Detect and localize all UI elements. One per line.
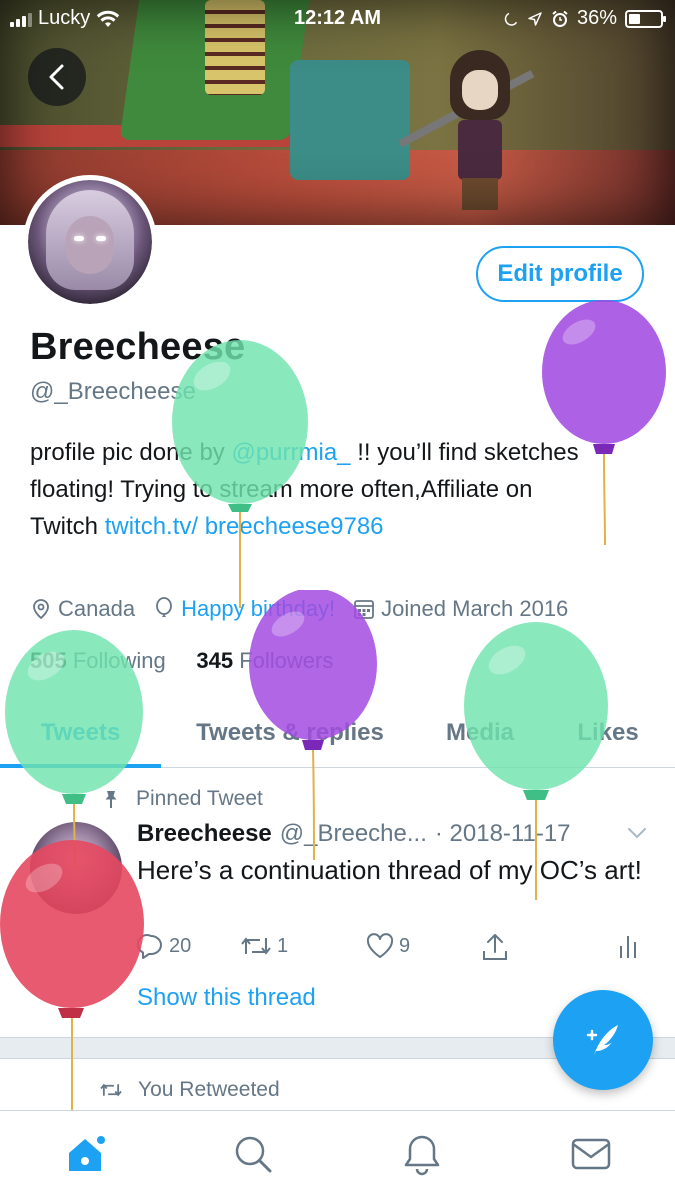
tweet-author-handle: @_Breeche...	[279, 820, 427, 847]
battery-icon	[625, 9, 666, 28]
retweet-icon	[241, 937, 271, 955]
alarm-icon	[552, 10, 568, 27]
active-tab-indicator	[0, 764, 161, 768]
status-bar: Lucky 12:12 AM 36%	[0, 0, 675, 40]
location-text: Canada	[58, 596, 136, 621]
display-name: Breecheese	[30, 326, 246, 368]
tweet-date: · 2018-11-17	[434, 820, 571, 847]
tab-tweets[interactable]: Tweets	[0, 698, 161, 768]
analytics-icon	[620, 936, 636, 958]
tweet-text: Here’s a continuation thread of my OC’s …	[137, 855, 642, 885]
chevron-left-icon	[49, 64, 64, 90]
balloon-icon	[156, 597, 172, 617]
tweet-menu-button[interactable]	[625, 823, 649, 848]
reply-button[interactable]: 20	[137, 932, 191, 960]
compose-tweet-button[interactable]	[553, 990, 653, 1090]
profile-avatar[interactable]	[23, 175, 157, 309]
bottom-tab-bar	[0, 1110, 675, 1200]
mail-icon	[571, 1138, 611, 1170]
following-link[interactable]: 505 Following	[30, 648, 166, 673]
profile-tabs: Tweets Tweets & replies Media Likes	[0, 698, 675, 768]
pinned-tweet-text: Pinned Tweet	[136, 787, 263, 810]
share-icon	[483, 934, 507, 960]
tab-tweets-replies[interactable]: Tweets & replies	[161, 698, 419, 768]
calendar-icon	[354, 600, 375, 619]
following-label: Following	[72, 648, 166, 673]
like-count: 9	[399, 934, 411, 957]
reply-icon	[137, 934, 162, 959]
chevron-down-icon	[628, 828, 646, 839]
pinned-label: Pinned Tweet	[100, 787, 263, 811]
search-icon	[235, 1136, 272, 1173]
joined-date: Joined March 2016	[381, 596, 569, 621]
nav-home[interactable]	[61, 1129, 111, 1179]
tab-media[interactable]: Media	[419, 698, 541, 768]
retweet-button[interactable]: 1	[239, 932, 288, 960]
pin-icon	[105, 791, 117, 808]
profile-bio: profile pic done by @purrmia_ !! you’ll …	[30, 434, 590, 545]
tweet-author-name[interactable]: Breecheese	[137, 820, 272, 848]
home-icon	[69, 1136, 105, 1171]
followers-link[interactable]: 345 Followers	[196, 648, 333, 673]
retweet-icon	[100, 1083, 122, 1097]
like-button[interactable]: 9	[365, 932, 410, 960]
nav-notifications[interactable]	[397, 1129, 447, 1179]
nav-search[interactable]	[228, 1129, 278, 1179]
tab-likes[interactable]: Likes	[541, 698, 675, 768]
nav-messages[interactable]	[566, 1129, 616, 1179]
location-arrow-icon	[528, 11, 542, 26]
birthday-link[interactable]: Happy birthday!	[181, 596, 335, 622]
tweet-actions: 20 1 9	[137, 932, 647, 968]
bio-url-link[interactable]: twitch.tv/ breecheese9786	[105, 513, 384, 540]
tweet-author-avatar[interactable]	[30, 822, 122, 914]
back-button[interactable]	[28, 48, 86, 106]
tweet-header: Breecheese @_Breeche... · 2018-11-17	[137, 820, 571, 848]
reply-count: 20	[169, 934, 192, 957]
followers-count: 345	[196, 648, 234, 673]
followers-label: Followers	[239, 648, 334, 673]
compose-icon	[586, 1025, 618, 1055]
bio-text: profile pic done by	[30, 439, 232, 466]
edit-profile-button[interactable]: Edit profile	[476, 246, 644, 302]
moon-icon	[504, 12, 518, 26]
analytics-button[interactable]	[617, 932, 639, 960]
bell-icon	[404, 1135, 440, 1176]
share-button[interactable]	[481, 932, 509, 962]
profile-meta: Canada Happy birthday! Joined March 2016	[30, 596, 586, 622]
location-pin-icon	[33, 599, 49, 620]
following-count: 505	[30, 648, 67, 673]
show-thread-link[interactable]: Show this thread	[137, 984, 316, 1012]
follow-counts: 505 Following 345 Followers	[30, 648, 333, 674]
you-retweeted-text: You Retweeted	[138, 1078, 280, 1101]
battery-percent: 36%	[576, 7, 617, 29]
retweet-count: 1	[277, 934, 289, 957]
heart-icon	[366, 933, 394, 958]
bio-mention-link[interactable]: @purrmia_	[231, 439, 350, 466]
retweeted-label: You Retweeted	[98, 1078, 280, 1102]
user-handle: @_Breecheese	[30, 378, 196, 405]
